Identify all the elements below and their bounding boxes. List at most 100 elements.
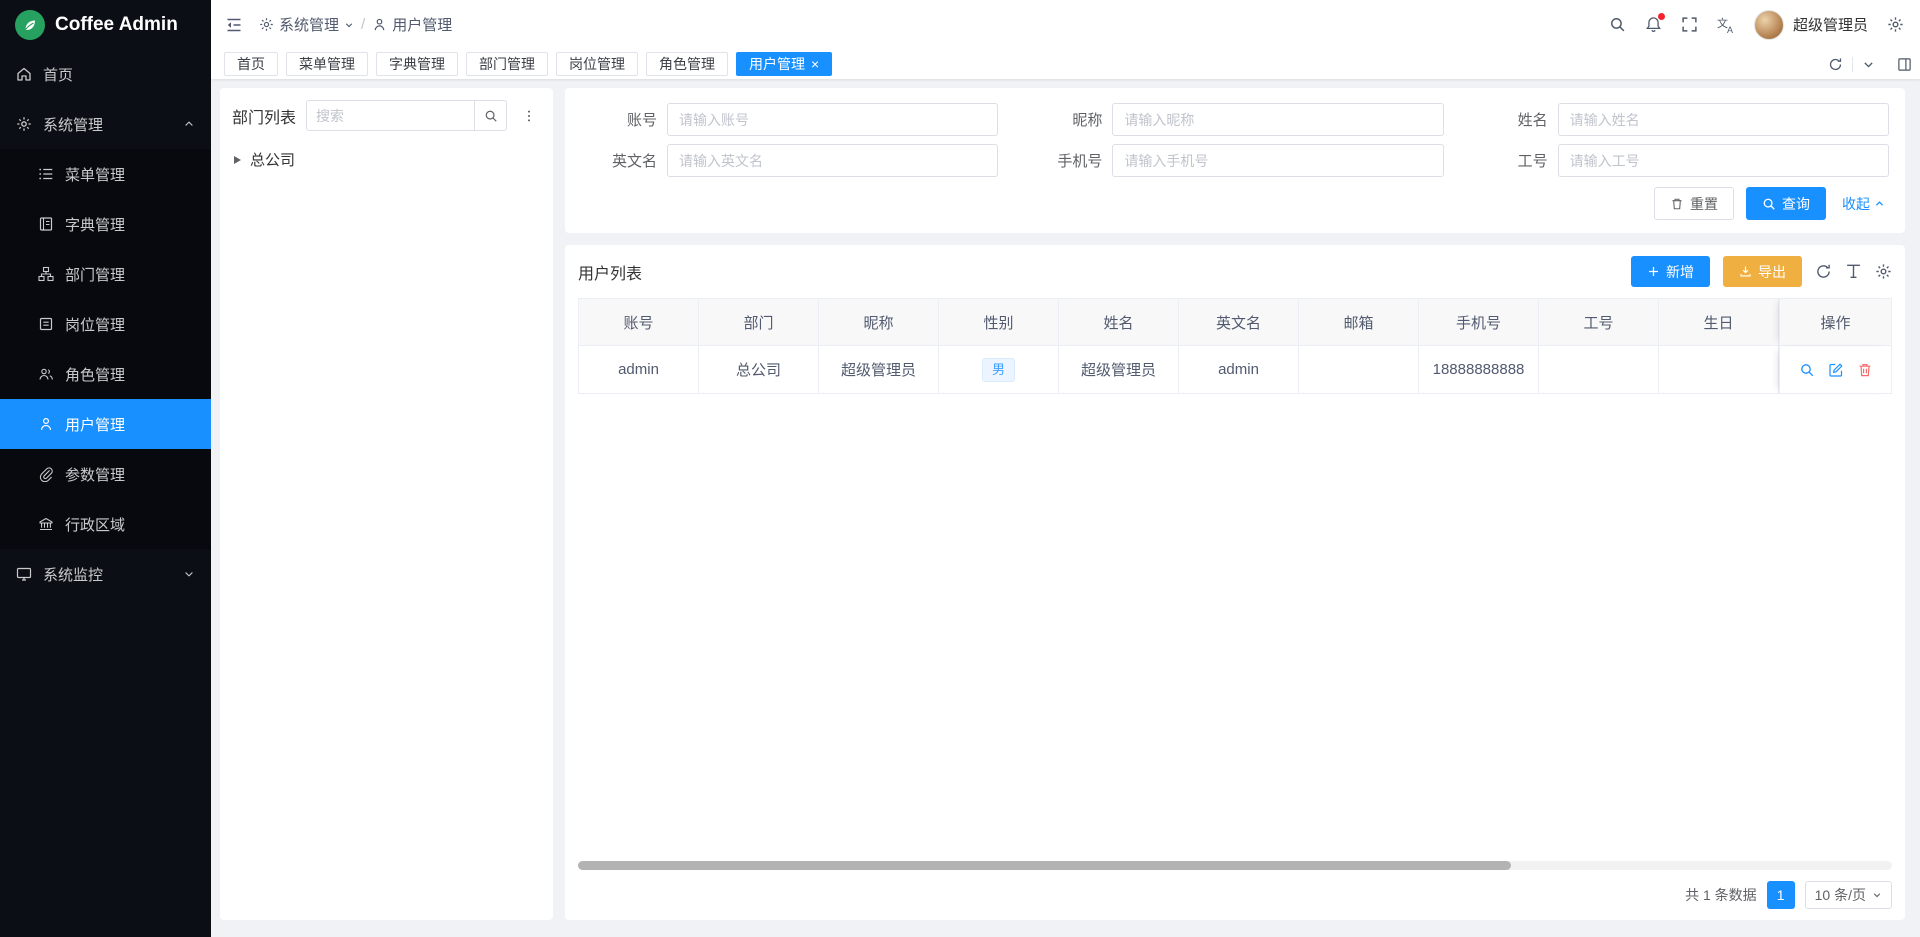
collapse-link[interactable]: 收起: [1838, 194, 1889, 214]
topbar-actions: 文A 超级管理员: [1609, 10, 1904, 40]
sidebar-item-system-management[interactable]: 系统管理: [0, 99, 211, 149]
tab-label: 岗位管理: [569, 54, 625, 74]
table-settings-gear-icon[interactable]: [1875, 263, 1892, 280]
delete-trash-icon[interactable]: [1857, 362, 1873, 378]
table-empty-area: [578, 394, 1892, 861]
content-fullscreen-icon[interactable]: [1897, 57, 1912, 72]
page-size-value: 10 条/页: [1815, 885, 1866, 905]
sidebar-item-home[interactable]: 首页: [0, 49, 211, 99]
export-button[interactable]: 导出: [1723, 256, 1802, 287]
phone-input[interactable]: [1112, 144, 1443, 177]
sidebar-item-system-monitor[interactable]: 系统监控: [0, 549, 211, 599]
id-badge-icon: [38, 316, 54, 332]
tab-label: 首页: [237, 54, 265, 74]
field-label: 昵称: [1026, 109, 1112, 130]
edit-icon[interactable]: [1828, 362, 1844, 378]
form-item-account: 账号: [581, 103, 998, 136]
sidebar-item-label: 部门管理: [65, 264, 125, 285]
add-button[interactable]: 新增: [1631, 256, 1710, 287]
sidebar-item-user-management[interactable]: 用户管理: [0, 399, 211, 449]
sidebar-item-parameter-management[interactable]: 参数管理: [0, 449, 211, 499]
chevron-up-icon: [1874, 198, 1885, 209]
view-magnifier-icon[interactable]: [1799, 362, 1815, 378]
scrollbar-thumb[interactable]: [578, 861, 1511, 870]
sidebar-item-menu-management[interactable]: 菜单管理: [0, 149, 211, 199]
search-icon[interactable]: [1609, 16, 1626, 33]
user-menu[interactable]: 超级管理员: [1754, 10, 1868, 40]
table-refresh-icon[interactable]: [1815, 263, 1832, 280]
table-toolbar: 新增 导出: [1631, 256, 1892, 287]
translate-icon[interactable]: 文A: [1717, 16, 1735, 34]
org-tree-icon: [38, 266, 54, 282]
sidebar-item-department-management[interactable]: 部门管理: [0, 249, 211, 299]
menu-fold-icon[interactable]: [225, 16, 243, 34]
tab-user-management[interactable]: 用户管理: [736, 52, 832, 76]
fullscreen-icon[interactable]: [1681, 16, 1698, 33]
header-cell-english-name: 英文名: [1179, 298, 1299, 346]
department-search-input[interactable]: [306, 100, 474, 131]
refresh-icon[interactable]: [1828, 57, 1843, 72]
sidebar-item-label: 岗位管理: [65, 314, 125, 335]
breadcrumb-label: 用户管理: [392, 14, 452, 35]
breadcrumb-user-management[interactable]: 用户管理: [372, 14, 452, 35]
page-size-select[interactable]: 10 条/页: [1805, 881, 1892, 909]
sidebar-item-label: 字典管理: [65, 214, 125, 235]
tab-department-management[interactable]: 部门管理: [466, 52, 548, 76]
breadcrumb-system-management[interactable]: 系统管理: [259, 14, 354, 35]
chevron-down-icon: [183, 568, 195, 580]
page-button-1[interactable]: 1: [1767, 881, 1795, 909]
breadcrumb-separator: /: [361, 16, 365, 33]
name-input[interactable]: [1558, 103, 1889, 136]
chevron-up-icon: [183, 118, 195, 130]
field-label: 英文名: [581, 150, 667, 171]
divider: [1852, 57, 1853, 72]
department-search-button[interactable]: [474, 100, 507, 131]
cell-birthday: [1659, 346, 1779, 394]
sidebar-item-position-management[interactable]: 岗位管理: [0, 299, 211, 349]
gear-icon: [259, 17, 274, 32]
tab-label: 部门管理: [479, 54, 535, 74]
job-number-input[interactable]: [1558, 144, 1889, 177]
tree-expand-caret-icon[interactable]: [234, 156, 241, 164]
app-title: Coffee Admin: [55, 14, 178, 36]
notification-bell-icon[interactable]: [1645, 16, 1662, 33]
cell-actions: [1779, 346, 1892, 394]
sidebar-item-label: 系统管理: [43, 114, 103, 135]
reset-button[interactable]: 重置: [1654, 187, 1734, 220]
right-column: 账号 昵称 姓名 英文名: [565, 88, 1905, 920]
account-input[interactable]: [667, 103, 998, 136]
reset-icon: [1670, 197, 1684, 211]
tab-label: 角色管理: [659, 54, 715, 74]
department-tree: 总公司: [232, 144, 541, 175]
app-logo[interactable]: Coffee Admin: [0, 0, 211, 49]
sidebar-item-administrative-region[interactable]: 行政区域: [0, 499, 211, 549]
sidebar-item-label: 用户管理: [65, 414, 125, 435]
close-icon[interactable]: [811, 57, 819, 71]
page-content: 部门列表 总公司: [211, 79, 1920, 937]
more-vertical-icon[interactable]: [517, 100, 541, 131]
cell-job-number: [1539, 346, 1659, 394]
cell-account: admin: [578, 346, 699, 394]
tabbar-controls: [1828, 57, 1912, 72]
header-cell-actions: 操作: [1779, 298, 1892, 346]
avatar: [1754, 10, 1784, 40]
nickname-input[interactable]: [1112, 103, 1443, 136]
tab-role-management[interactable]: 角色管理: [646, 52, 728, 76]
tab-menu-management[interactable]: 菜单管理: [286, 52, 368, 76]
query-button[interactable]: 查询: [1746, 187, 1826, 220]
tree-node-head-office[interactable]: 总公司: [232, 144, 541, 175]
english-name-input[interactable]: [667, 144, 998, 177]
sidebar-item-role-management[interactable]: 角色管理: [0, 349, 211, 399]
settings-gear-icon[interactable]: [1887, 16, 1904, 33]
svg-text:A: A: [1727, 25, 1733, 34]
table-row: admin 总公司 超级管理员 男 超级管理员 admin 1888888888…: [578, 346, 1892, 394]
sidebar-item-dictionary-management[interactable]: 字典管理: [0, 199, 211, 249]
sidebar-item-label: 首页: [43, 64, 73, 85]
tab-position-management[interactable]: 岗位管理: [556, 52, 638, 76]
tab-actions-chevron-down-icon[interactable]: [1862, 58, 1875, 71]
column-width-icon[interactable]: [1845, 263, 1862, 280]
tab-dictionary-management[interactable]: 字典管理: [376, 52, 458, 76]
tab-home[interactable]: 首页: [224, 52, 278, 76]
user-list-header: 用户列表 新增 导出: [578, 245, 1892, 298]
notification-badge: [1658, 13, 1665, 20]
